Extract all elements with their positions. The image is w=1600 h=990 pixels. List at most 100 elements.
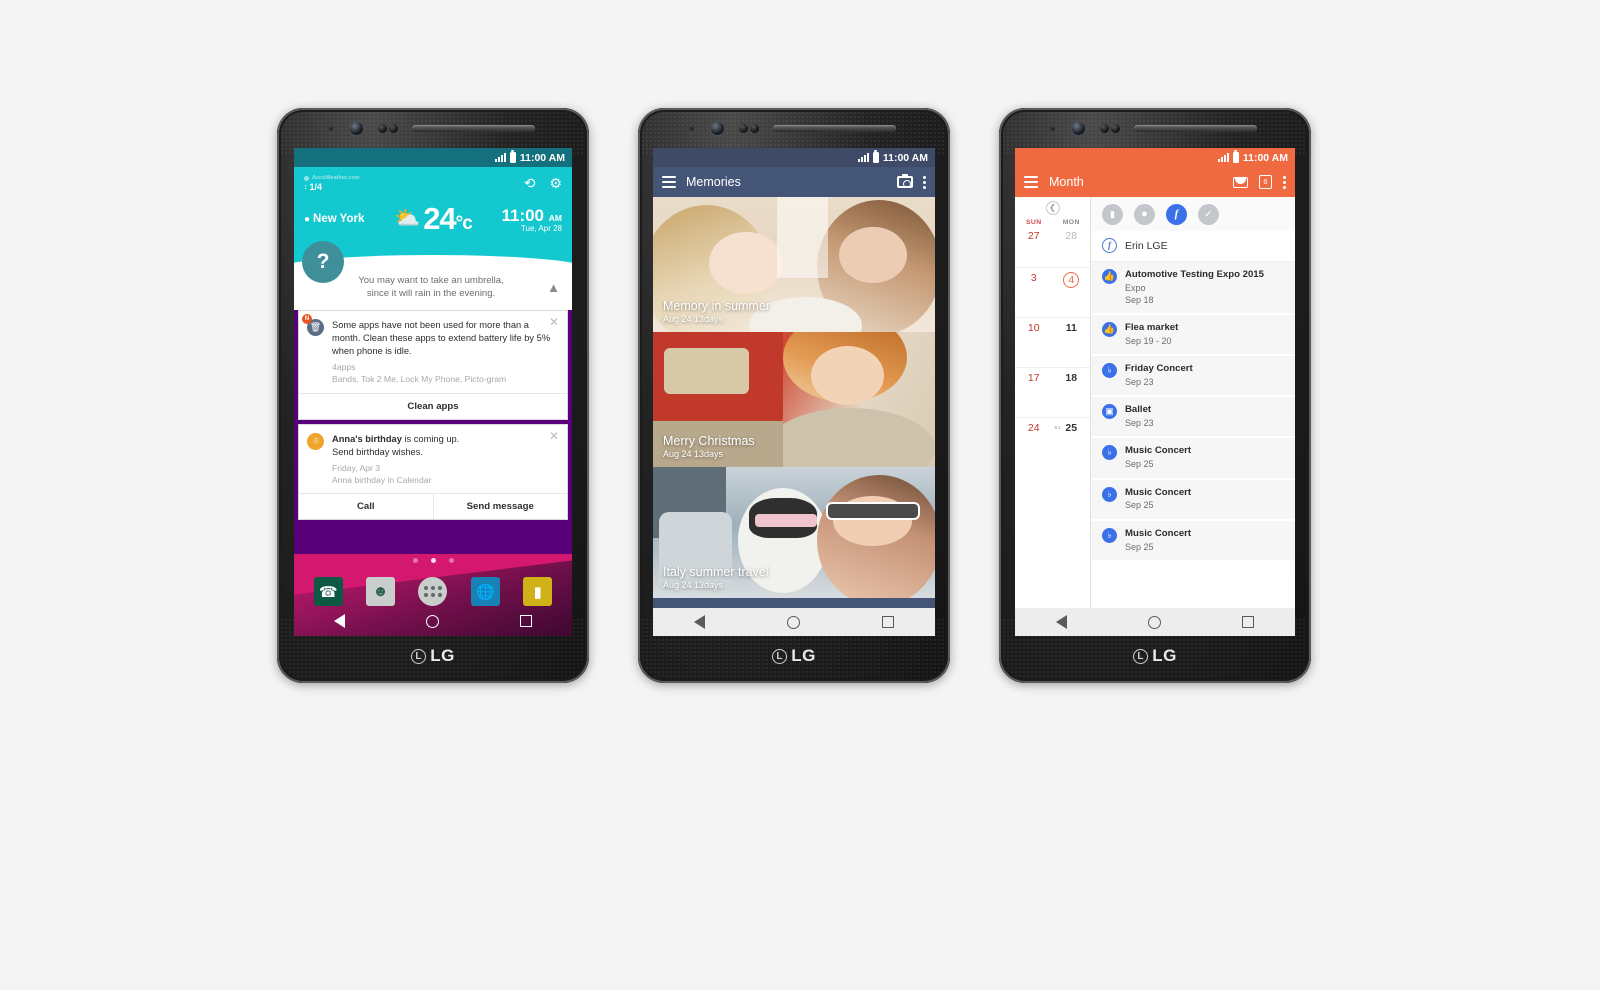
owner-name: Erin LGE: [1125, 239, 1168, 252]
updown-arrows-icon: ↕: [304, 183, 308, 191]
app-title: Month: [1049, 175, 1084, 189]
light-sensor-2: [750, 124, 759, 133]
light-sensor-1: [389, 124, 398, 133]
page-dot-active[interactable]: [430, 558, 436, 563]
new-badge: N: [302, 313, 312, 324]
day-cell[interactable]: 28: [1053, 230, 1091, 267]
close-icon[interactable]: ✕: [547, 429, 561, 444]
event-date: Sep 23: [1125, 418, 1154, 429]
calendar-date-icon[interactable]: 6: [1259, 175, 1272, 189]
notice-card-clean-apps[interactable]: ✕ N 🗑 Some apps have not been used for m…: [298, 309, 568, 420]
location-filter-icon[interactable]: ●: [1134, 203, 1155, 225]
home-icon[interactable]: [787, 615, 800, 629]
back-icon[interactable]: [334, 614, 346, 628]
lg-logo-3: L LG: [999, 646, 1311, 666]
day-cell-today[interactable]: 4: [1053, 272, 1091, 317]
day-cell[interactable]: 27: [1015, 230, 1053, 267]
day-cell[interactable]: 24: [1015, 422, 1053, 468]
notice-body: Some apps have not been used for more th…: [332, 319, 551, 356]
overflow-menu-icon[interactable]: [1283, 175, 1286, 189]
proximity-sensor-3: [1100, 124, 1109, 133]
notice-card-birthday[interactable]: ✕ ☃ Anna's birthday is coming up. Send b…: [298, 423, 568, 521]
chevron-up-icon[interactable]: ▲: [547, 279, 560, 297]
signal-bars-icon-3: [1217, 153, 1229, 162]
memory-caption: Italy summer travel Aug 24 13days: [663, 565, 769, 590]
memory-card[interactable]: Merry Christmas Aug 24 13days: [653, 332, 935, 467]
lg-circle-mark-2: L: [772, 648, 788, 664]
hamburger-menu-icon[interactable]: [1024, 176, 1038, 188]
event-row[interactable]: ♭ Friday Concert Sep 23: [1091, 356, 1295, 398]
day-cell[interactable]: 17: [1015, 372, 1053, 417]
browser-app-icon[interactable]: 🌐: [470, 577, 500, 606]
call-button[interactable]: Call: [299, 494, 433, 519]
home-icon[interactable]: [425, 614, 439, 628]
page-dot[interactable]: [412, 558, 418, 563]
location-pin-icon: ●: [304, 213, 311, 225]
page-dot[interactable]: [448, 558, 454, 563]
messaging-app-icon[interactable]: ▮: [523, 577, 553, 606]
proximity-sensor-2: [739, 124, 748, 133]
phone-app-icon[interactable]: ☎: [313, 577, 343, 606]
notice-sub-2: Anna birthday in Calendar: [332, 475, 432, 486]
event-row[interactable]: ♭ Music Concert Sep 25: [1091, 479, 1295, 521]
refresh-icon[interactable]: ⟲: [524, 176, 536, 190]
page-indicator-dots: [294, 558, 572, 563]
gear-icon[interactable]: ⚙: [549, 176, 562, 190]
back-icon[interactable]: [694, 615, 705, 629]
ticket-icon: ▣: [1102, 404, 1117, 420]
event-row[interactable]: 👍 Automotive Testing Expo 2015 Expo Sep …: [1091, 262, 1295, 316]
chevron-left-icon[interactable]: ❮: [1045, 201, 1060, 215]
weather-widget[interactable]: AccuWeather.com ↕ 1/4 ⟲ ⚙ ● New York ⛅ 2…: [294, 167, 572, 253]
week-row: 3 4: [1015, 268, 1090, 318]
recents-icon[interactable]: [882, 616, 894, 628]
app-drawer-icon[interactable]: [418, 577, 448, 606]
facebook-filter-icon[interactable]: f: [1166, 203, 1187, 225]
calendar-owner-row[interactable]: f Erin LGE: [1091, 231, 1295, 262]
weather-city: ● New York: [304, 213, 365, 225]
weather-temperature: 24°c: [423, 201, 473, 236]
close-icon[interactable]: ✕: [547, 315, 561, 330]
notice-body-line2: Send birthday wishes.: [332, 446, 423, 457]
event-row[interactable]: ♭ Music Concert Sep 25: [1091, 520, 1295, 562]
event-date: Sep 23: [1125, 377, 1154, 388]
event-row[interactable]: ♭ Music Concert Sep 25: [1091, 438, 1295, 480]
day-cell[interactable]: 11: [1053, 322, 1091, 367]
back-icon[interactable]: [1055, 615, 1067, 629]
memory-card[interactable]: Memory in summer Aug 24 13days: [653, 197, 935, 332]
week-row: 10 11: [1015, 318, 1090, 368]
day-mini-marker: 8.1: [1054, 425, 1061, 430]
day-cell[interactable]: 8.1 25: [1053, 422, 1091, 468]
home-icon[interactable]: [1147, 615, 1161, 629]
earpiece-speaker-2: [773, 125, 896, 132]
phone-device-3: L LG 11:00 AM Month 6 ❮ SUN MON 27 28 3 …: [999, 108, 1311, 683]
recents-icon[interactable]: [1242, 616, 1255, 628]
folder-filter-icon[interactable]: ▮: [1102, 203, 1123, 225]
day-cell[interactable]: 10: [1015, 322, 1053, 367]
event-row[interactable]: 👍 Flea market Sep 19 - 20: [1091, 315, 1295, 357]
day-cell[interactable]: 18: [1053, 372, 1091, 417]
event-date: Sep 18: [1125, 295, 1154, 306]
envelope-icon[interactable]: [1233, 176, 1248, 188]
contacts-app-icon[interactable]: ☻: [366, 577, 396, 606]
hamburger-menu-icon[interactable]: [662, 176, 676, 188]
overflow-menu-icon[interactable]: [923, 175, 926, 189]
send-message-button[interactable]: Send message: [432, 494, 568, 520]
phone-screen-1: 11:00 AM AccuWeather.com ↕ 1/4 ⟲ ⚙ ● New…: [294, 148, 572, 636]
status-time-1: 11:00 AM: [519, 151, 565, 164]
battery-icon-1: [509, 150, 516, 163]
smart-notice-badge[interactable]: ?: [302, 241, 344, 283]
front-camera-3: [1072, 122, 1085, 135]
event-row[interactable]: ▣ Ballet Sep 23: [1091, 397, 1295, 439]
mic-hole-3: [1051, 127, 1055, 131]
recents-icon[interactable]: [519, 615, 532, 627]
thumbs-up-icon: 👍: [1102, 269, 1117, 284]
check-filter-icon[interactable]: ✓: [1198, 203, 1219, 225]
memory-card[interactable]: Italy summer travel Aug 24 13days: [653, 467, 935, 598]
signal-bars-icon-2: [857, 153, 869, 162]
camera-icon[interactable]: [897, 174, 913, 188]
day-cell[interactable]: 3: [1015, 272, 1053, 317]
clean-apps-button[interactable]: Clean apps: [299, 394, 567, 419]
event-sub: Expo: [1125, 282, 1146, 293]
grid-dots-icon: [423, 586, 442, 597]
month-grid[interactable]: ❮ SUN MON 27 28 3 4 10 11 17 18 24 8.1 2…: [1015, 197, 1091, 636]
